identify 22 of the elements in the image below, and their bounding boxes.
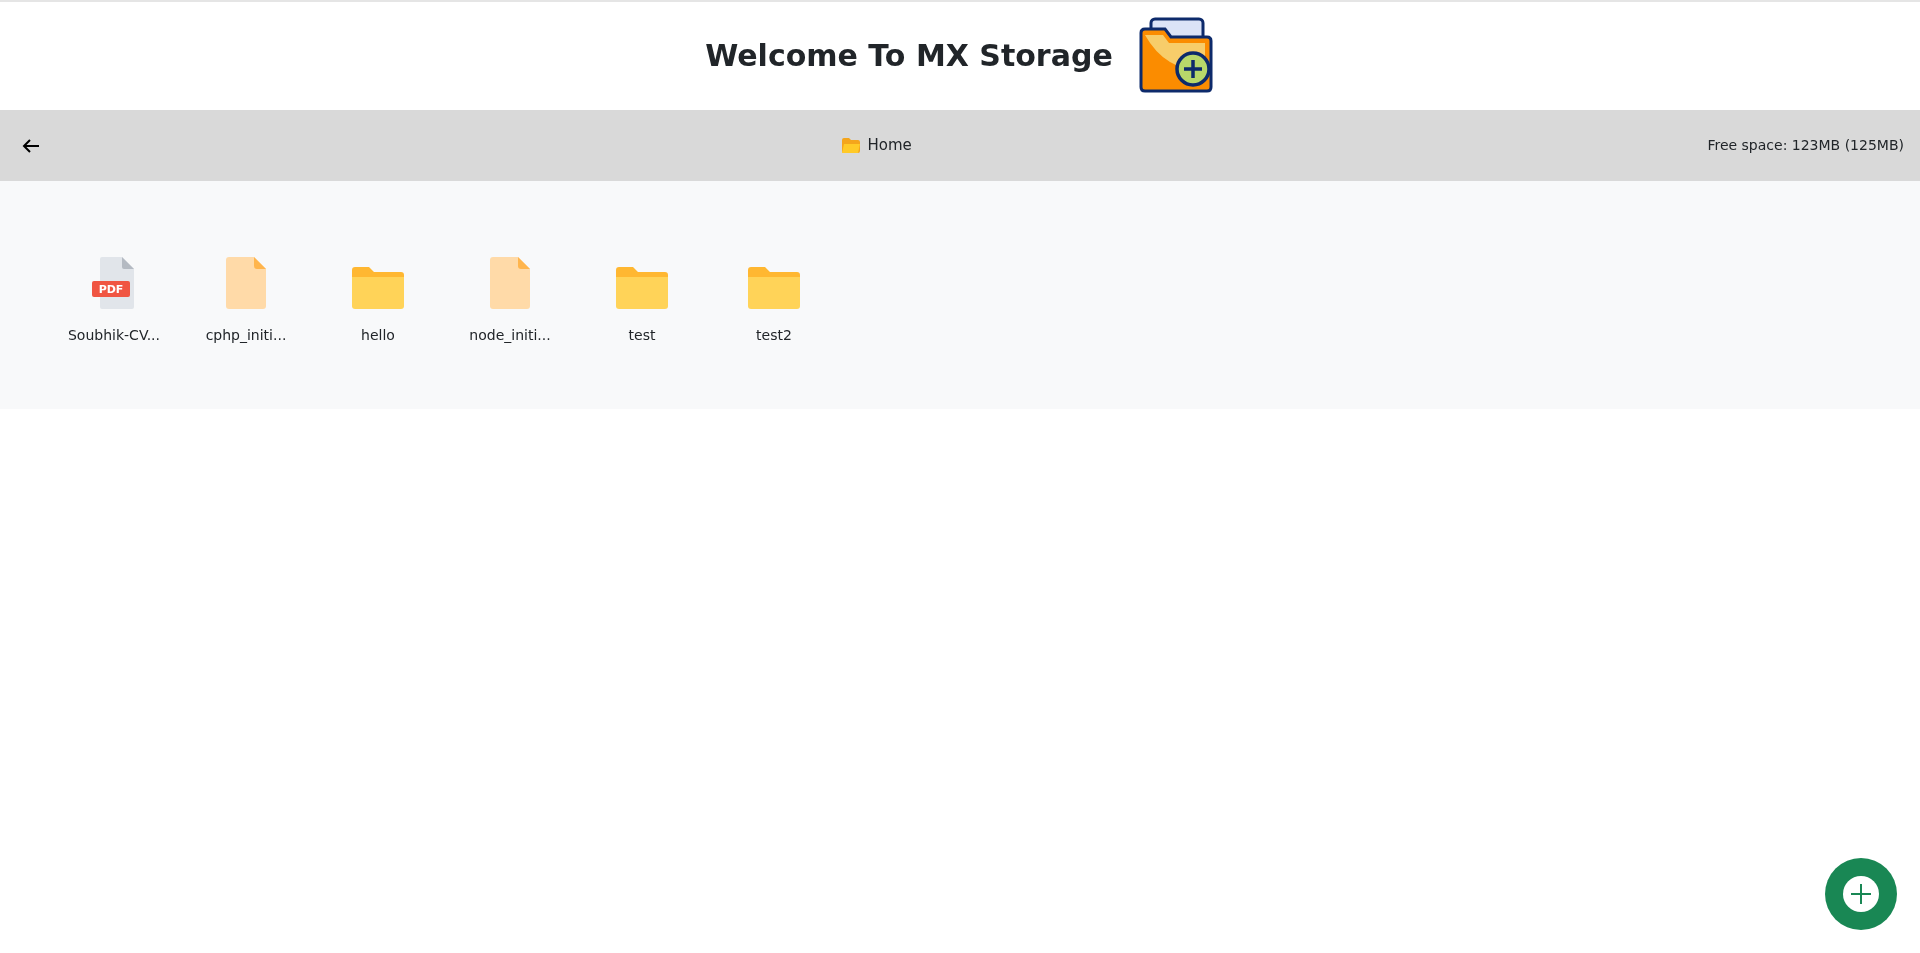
file-name: Soubhik-CV... [67,326,160,345]
file-item[interactable]: PDF Soubhik-CV... [48,255,180,346]
plus-icon [1843,876,1879,912]
file-item[interactable]: test2 [708,255,840,346]
file-name: cphp_initi... [205,326,287,345]
file-item[interactable]: node_initi... [444,255,576,346]
file-name: node_initi... [469,326,551,345]
file-item[interactable]: hello [312,255,444,346]
folder-icon [748,267,800,309]
page-title: Welcome To MX Storage [705,38,1113,74]
breadcrumb-location[interactable]: Home [867,134,912,157]
file-name: test [628,326,656,345]
free-space-text: Free space: 123MB (125MB) [1707,136,1904,155]
file-item[interactable]: cphp_initi... [180,255,312,346]
file-name: hello [361,326,395,345]
file-name: test2 [756,326,792,345]
file-item[interactable]: test [576,255,708,346]
file-icon [490,257,530,309]
file-icon [226,257,266,309]
folder-icon [352,267,404,309]
folder-icon [841,138,860,153]
folder-icon [616,267,668,309]
